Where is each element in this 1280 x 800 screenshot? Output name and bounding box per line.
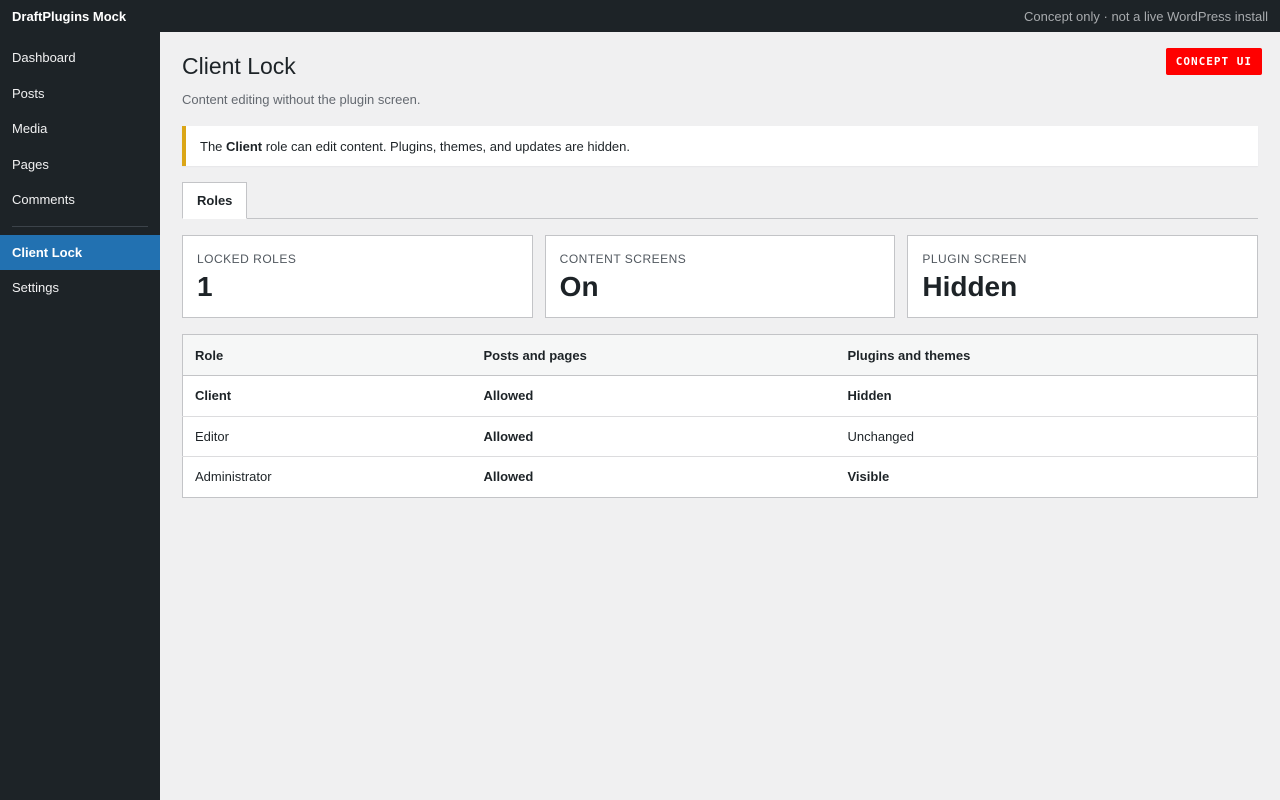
admin-bar: DraftPlugins Mock Concept only · not a l… bbox=[0, 0, 1280, 32]
page-title: Client Lock bbox=[182, 53, 296, 79]
posts-pages-cell: Allowed bbox=[483, 469, 534, 485]
stat-value: On bbox=[559, 271, 599, 302]
posts-pages-cell: Allowed bbox=[471, 375, 836, 417]
sidebar-item-settings[interactable]: Settings bbox=[0, 270, 160, 306]
stat-card-plugin-screen: PLUGIN SCREEN Hidden bbox=[907, 235, 1259, 318]
notice-prefix: The bbox=[200, 138, 227, 154]
sidebar-item-media[interactable]: Media bbox=[0, 111, 160, 147]
role-cell: Client bbox=[182, 375, 472, 417]
stat-cards: LOCKED ROLES 1 CONTENT SCREENS On PLUGIN… bbox=[182, 235, 1259, 318]
column-header-plugins-themes: Plugins and themes bbox=[835, 334, 1258, 376]
concept-badge: CONCEPT UI bbox=[1165, 48, 1262, 75]
tab-bar: Roles bbox=[182, 182, 1258, 219]
sidebar-item-dashboard[interactable]: Dashboard bbox=[0, 40, 160, 76]
main-content: CONCEPT UI Client Lock Content editing w… bbox=[160, 32, 1280, 800]
posts-pages-cell: Allowed bbox=[471, 416, 836, 457]
concept-note: Concept only · not a live WordPress inst… bbox=[1024, 8, 1268, 24]
notice-suffix: role can edit content. Plugins, themes, … bbox=[262, 138, 630, 154]
info-notice: The Client role can edit content. Plugin… bbox=[182, 126, 1258, 166]
table-row: Editor Allowed Unchanged bbox=[182, 416, 1258, 457]
role-cell: Administrator bbox=[195, 469, 272, 485]
tab-roles[interactable]: Roles bbox=[182, 182, 248, 219]
roles-table: Role Posts and pages Plugins and themes … bbox=[182, 334, 1258, 498]
sidebar-divider bbox=[12, 225, 148, 227]
notice-text: The Client role can edit content. Plugin… bbox=[200, 139, 630, 154]
column-header-role: Role bbox=[182, 334, 472, 376]
stat-label: CONTENT SCREENS bbox=[559, 252, 687, 266]
stat-value: Hidden bbox=[922, 271, 1018, 302]
stat-label: PLUGIN SCREEN bbox=[922, 252, 1027, 266]
stat-value: 1 bbox=[197, 271, 213, 302]
plugins-themes-cell: Unchanged bbox=[835, 416, 1258, 457]
site-brand[interactable]: DraftPlugins Mock bbox=[12, 9, 126, 24]
table-header-row: Role Posts and pages Plugins and themes bbox=[182, 334, 1258, 376]
sidebar-item-posts[interactable]: Posts bbox=[0, 76, 160, 112]
sidebar-item-pages[interactable]: Pages bbox=[0, 147, 160, 183]
column-header-posts-pages: Posts and pages bbox=[471, 334, 836, 376]
table-row: Client Allowed Hidden bbox=[182, 375, 1258, 417]
plugins-themes-cell: Hidden bbox=[835, 375, 1258, 417]
page-subtitle: Content editing without the plugin scree… bbox=[182, 92, 421, 107]
sidebar-item-client-lock[interactable]: Client Lock bbox=[0, 234, 160, 270]
admin-sidebar: Dashboard Posts Media Pages Comments Cli… bbox=[0, 32, 160, 800]
stat-label: LOCKED ROLES bbox=[197, 252, 297, 266]
table-row: Administrator Allowed Visible bbox=[183, 457, 1258, 498]
stat-card-content-screens: CONTENT SCREENS On bbox=[544, 235, 896, 318]
notice-role: Client bbox=[226, 138, 263, 154]
sidebar-item-comments[interactable]: Comments bbox=[0, 182, 160, 218]
stat-card-locked-roles: LOCKED ROLES 1 bbox=[182, 235, 533, 318]
plugins-themes-cell: Visible bbox=[847, 469, 890, 485]
role-cell: Editor bbox=[182, 416, 472, 457]
